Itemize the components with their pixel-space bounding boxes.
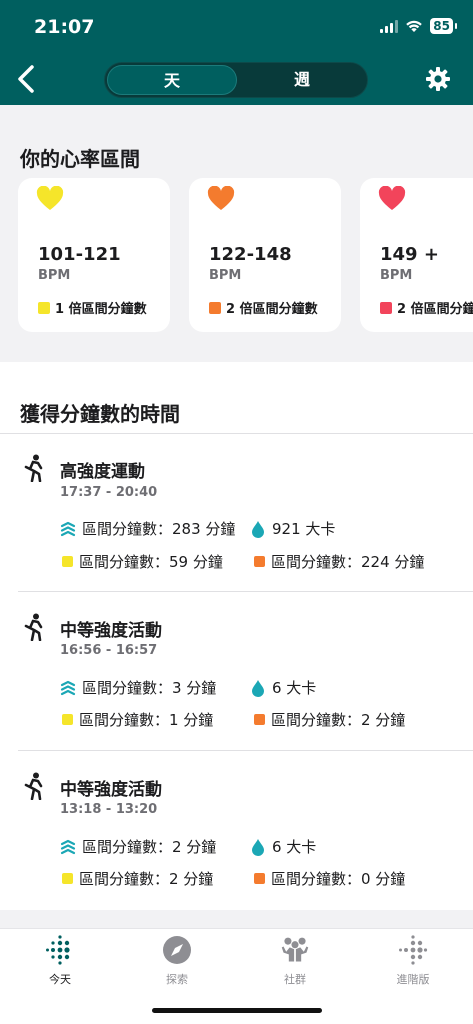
cardio-square-icon xyxy=(254,714,265,725)
row-divider xyxy=(18,750,473,751)
calories-row: 6 大卡 xyxy=(250,677,316,698)
tab-week[interactable]: 週 xyxy=(237,65,367,95)
water-drop-icon xyxy=(252,520,264,538)
cardio-square-icon xyxy=(209,301,221,314)
wifi-icon xyxy=(406,20,423,32)
home-indicator xyxy=(152,1008,322,1013)
zone-card-fat-burn[interactable]: 101-121 BPM 1 倍區間分鐘數 xyxy=(18,178,170,332)
fat-burn-row: 區間分鐘數：59 分鐘 xyxy=(62,551,223,572)
zone-minutes-chevron-icon xyxy=(60,680,76,695)
calories-text: 921 大卡 xyxy=(272,520,336,538)
cardio-text: 區間分鐘數：2 分鐘 xyxy=(271,711,406,729)
fat-burn-square-icon xyxy=(62,556,73,567)
cardio-row: 區間分鐘數：224 分鐘 xyxy=(254,551,424,572)
fat-burn-square-icon xyxy=(38,301,50,314)
zone-range: 101-121 xyxy=(38,244,121,265)
nav-label: 進階版 xyxy=(396,973,430,986)
activity-time: 13:18 - 13:20 xyxy=(60,802,158,817)
fat-burn-row: 區間分鐘數：2 分鐘 xyxy=(62,868,213,889)
walking-person-icon xyxy=(24,454,43,482)
nav-label: 探索 xyxy=(166,973,188,986)
zone-minutes-row: 區間分鐘數：3 分鐘 xyxy=(60,677,216,698)
fat-burn-square-icon xyxy=(62,873,73,884)
nav-community[interactable]: 社群 xyxy=(255,935,335,987)
fat-burn-square-icon xyxy=(62,714,73,725)
zone-unit: BPM xyxy=(38,268,71,283)
calories-row: 921 大卡 xyxy=(250,518,335,539)
section-divider xyxy=(0,433,473,434)
heart-icon xyxy=(36,186,64,210)
today-dots-icon xyxy=(46,935,70,965)
zone-minutes-chevron-icon xyxy=(60,839,76,854)
fat-burn-text: 區間分鐘數：59 分鐘 xyxy=(79,553,223,571)
peak-square-icon xyxy=(380,301,392,314)
zone-range: 122-148 xyxy=(209,244,292,265)
activity-time: 16:56 - 16:57 xyxy=(60,643,158,658)
period-segmented-control: 天 週 xyxy=(104,62,368,98)
zones-title: 你的心率區間 xyxy=(20,147,140,171)
cardio-text: 區間分鐘數：0 分鐘 xyxy=(271,870,406,888)
fat-burn-text: 區間分鐘數：1 分鐘 xyxy=(79,711,214,729)
zone-minutes-row: 區間分鐘數：283 分鐘 xyxy=(60,518,235,539)
calories-text: 6 大卡 xyxy=(272,838,317,856)
zone-card-peak[interactable]: 149 + BPM 2 倍區間分鐘數 xyxy=(360,178,473,332)
cardio-row: 區間分鐘數：2 分鐘 xyxy=(254,709,405,730)
heart-icon xyxy=(378,186,406,210)
zone-multiplier: 2 倍區間分鐘數 xyxy=(380,298,473,317)
zone-minutes-row: 區間分鐘數：2 分鐘 xyxy=(60,836,216,857)
zone-multiplier: 1 倍區間分鐘數 xyxy=(38,298,147,317)
walking-person-icon xyxy=(24,613,43,641)
zone-multiplier-label: 1 倍區間分鐘數 xyxy=(55,302,147,317)
activity-title[interactable]: 高強度運動 xyxy=(60,457,145,482)
cardio-text: 區間分鐘數：224 分鐘 xyxy=(271,553,425,571)
heart-icon xyxy=(207,186,235,210)
tab-day[interactable]: 天 xyxy=(107,65,237,95)
zone-minutes-text: 區間分鐘數：2 分鐘 xyxy=(82,838,217,856)
fat-burn-text: 區間分鐘數：2 分鐘 xyxy=(79,870,214,888)
zone-minutes-text: 區間分鐘數：3 分鐘 xyxy=(82,679,217,697)
battery-indicator: 85 xyxy=(430,18,457,34)
nav-today[interactable]: 今天 xyxy=(20,935,100,987)
calories-row: 6 大卡 xyxy=(250,836,316,857)
fat-burn-row: 區間分鐘數：1 分鐘 xyxy=(62,709,213,730)
water-drop-icon xyxy=(252,679,264,697)
app-header: 21:07 85 天 週 xyxy=(0,0,473,105)
nav-discover[interactable]: 探索 xyxy=(137,935,217,987)
zone-unit: BPM xyxy=(380,268,413,283)
zone-multiplier: 2 倍區間分鐘數 xyxy=(209,298,318,317)
cardio-row: 區間分鐘數：0 分鐘 xyxy=(254,868,405,889)
zone-multiplier-label: 2 倍區間分鐘數 xyxy=(226,302,318,317)
water-drop-icon xyxy=(252,838,264,856)
activity-time: 17:37 - 20:40 xyxy=(60,485,158,500)
zone-minutes-text: 區間分鐘數：283 分鐘 xyxy=(82,520,236,538)
zone-multiplier-label: 2 倍區間分鐘數 xyxy=(397,302,473,317)
status-time: 21:07 xyxy=(34,16,95,38)
nav-label: 社群 xyxy=(284,973,306,986)
walking-person-icon xyxy=(24,772,43,800)
back-chevron-icon[interactable] xyxy=(12,62,40,96)
premium-dots-icon xyxy=(399,935,428,965)
zone-card-cardio[interactable]: 122-148 BPM 2 倍區間分鐘數 xyxy=(189,178,341,332)
nav-premium[interactable]: 進階版 xyxy=(373,935,453,987)
activity-title[interactable]: 中等強度活動 xyxy=(60,616,162,641)
activities-title: 獲得分鐘數的時間 xyxy=(20,402,180,426)
zone-range: 149 + xyxy=(380,244,439,265)
cardio-square-icon xyxy=(254,556,265,567)
community-icon xyxy=(281,937,309,962)
cellular-signal-icon xyxy=(380,19,399,33)
calories-text: 6 大卡 xyxy=(272,679,317,697)
status-icons: 85 xyxy=(380,18,457,34)
nav-label: 今天 xyxy=(49,973,71,986)
cardio-square-icon xyxy=(254,873,265,884)
gear-icon[interactable] xyxy=(425,66,451,92)
zone-unit: BPM xyxy=(209,268,242,283)
activity-title[interactable]: 中等強度活動 xyxy=(60,775,162,800)
row-divider xyxy=(18,591,473,592)
compass-icon xyxy=(163,936,191,964)
zone-minutes-chevron-icon xyxy=(60,521,76,536)
